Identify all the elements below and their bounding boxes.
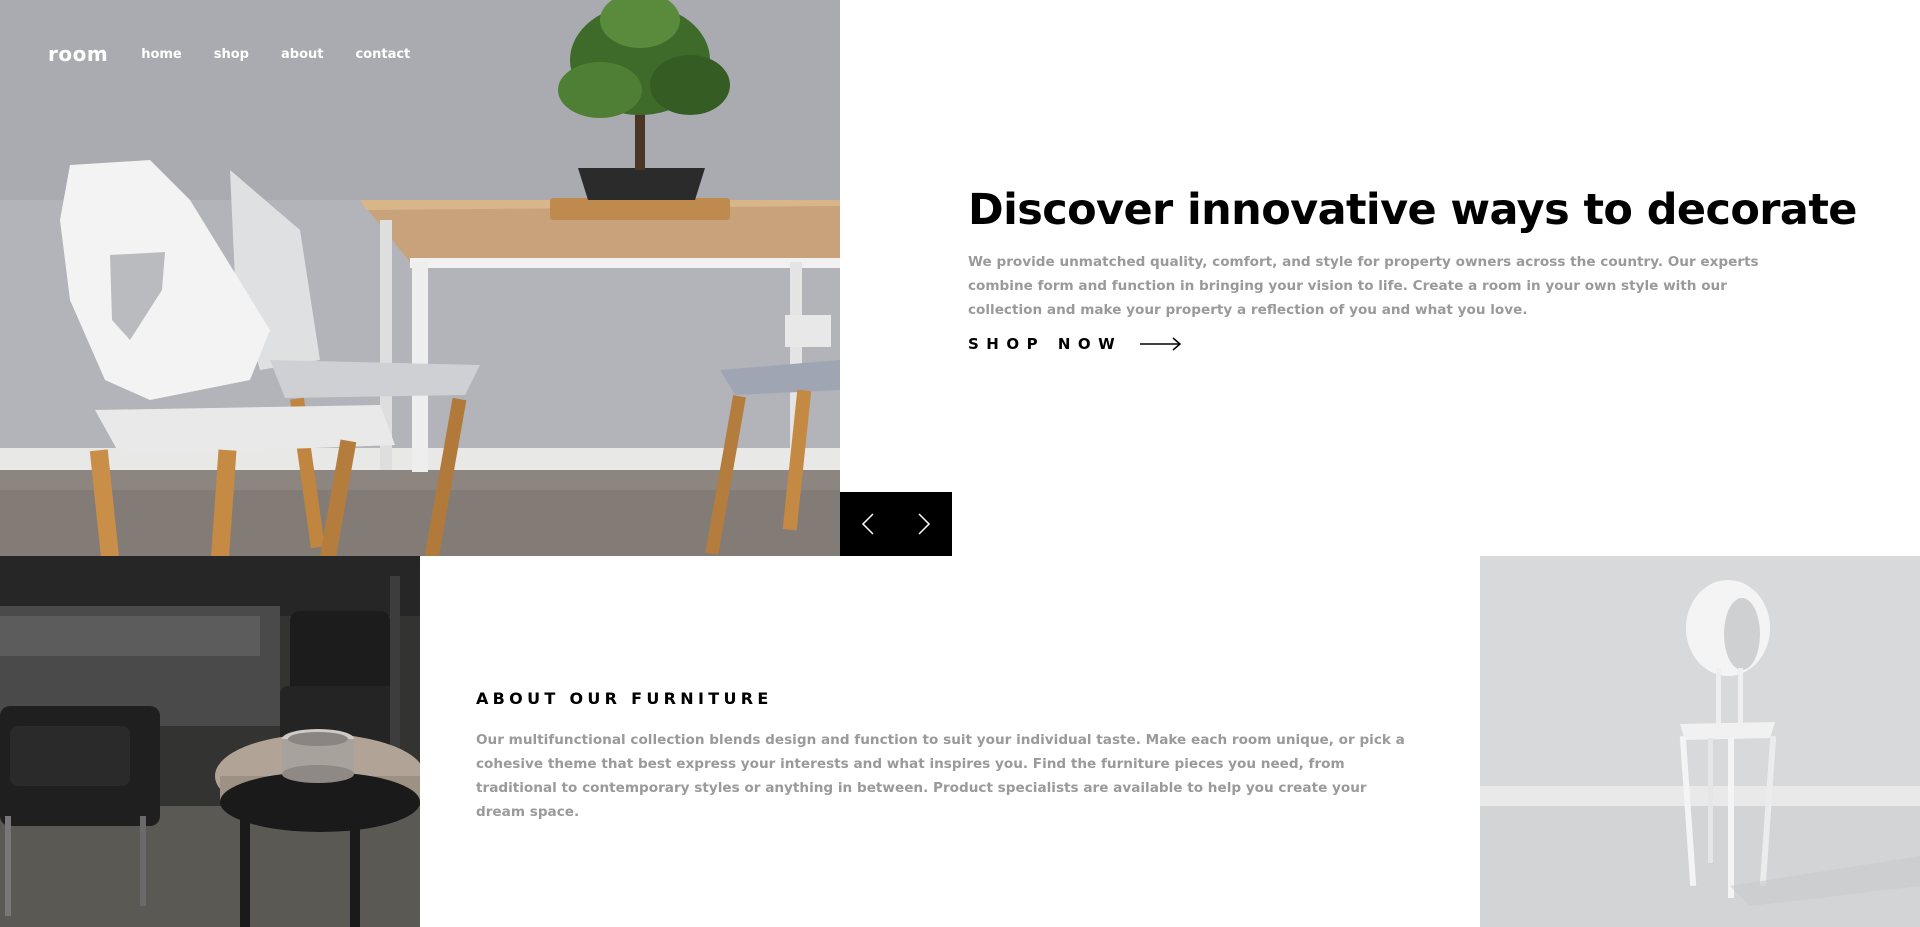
- about-heading: ABOUT OUR FURNITURE: [476, 689, 773, 708]
- page: room home shop about contact Discover in…: [0, 0, 1920, 927]
- shop-now-link[interactable]: SHOP NOW: [968, 335, 1182, 353]
- slider-controls: [840, 492, 952, 556]
- arrow-right-icon: [1140, 337, 1182, 351]
- about-dark-image: [0, 556, 420, 927]
- hero-title: Discover innovative ways to decorate: [968, 185, 1857, 235]
- hero-content: Discover innovative ways to decorate We …: [968, 182, 1857, 354]
- nav-link-shop[interactable]: shop: [214, 47, 249, 62]
- slider-next-button[interactable]: [896, 492, 952, 556]
- logo[interactable]: room: [48, 42, 108, 66]
- hero-photo-illustration: [0, 0, 840, 556]
- angle-right-icon: [918, 513, 931, 535]
- about-content: ABOUT OUR FURNITURE Our multifunctional …: [476, 689, 1416, 824]
- hero-image: room home shop about contact: [0, 0, 840, 556]
- nav-link-home[interactable]: home: [141, 47, 182, 62]
- nav-link-about[interactable]: about: [281, 47, 323, 62]
- shop-now-label: SHOP NOW: [968, 335, 1123, 353]
- slider-prev-button[interactable]: [840, 492, 896, 556]
- about-light-image: [1480, 556, 1920, 927]
- main-nav: room home shop about contact: [48, 42, 442, 66]
- hero-description: We provide unmatched quality, comfort, a…: [968, 254, 1759, 318]
- angle-left-icon: [861, 513, 874, 535]
- white-chair-illustration: [1480, 556, 1920, 927]
- dark-furniture-illustration: [0, 556, 420, 927]
- nav-link-contact[interactable]: contact: [355, 47, 410, 62]
- about-description: Our multifunctional collection blends de…: [476, 732, 1405, 820]
